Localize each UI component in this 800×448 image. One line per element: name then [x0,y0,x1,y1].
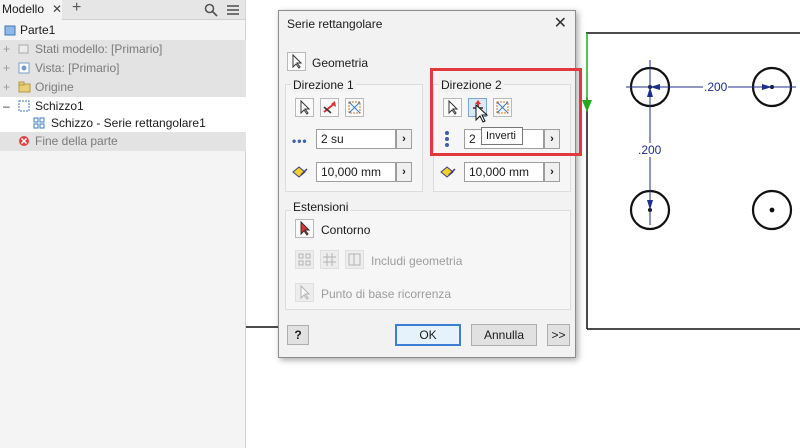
tooltip: Inverti [481,127,523,145]
help-button[interactable]: ? [287,325,309,345]
cancel-button[interactable]: Annulla [471,324,537,346]
dimension-horizontal[interactable]: .200 [703,80,729,94]
sketch-icon [18,100,30,112]
contour-select-icon [300,220,311,236]
end-of-part-icon [19,136,29,146]
dialog-title: Serie rettangolare [287,17,383,31]
tab-modello[interactable]: Modello ✕ [0,0,62,20]
expand-icon[interactable]: + [3,78,13,97]
view-icon [18,62,30,74]
part-icon [4,25,16,36]
dir2-spacing-arrow[interactable]: › [544,162,560,182]
expand-icon[interactable]: + [3,59,13,78]
dimension-arrow-icon [647,87,653,97]
tree-item-part[interactable]: Parte1 [0,21,246,40]
tree-item-view[interactable]: + Vista: [Primario] [0,59,246,78]
model-browser: Modello ✕ + Parte1 + Stati modello: [Pri… [0,0,246,448]
cursor-select-icon [300,284,311,300]
count-icon: ••• [292,134,308,148]
rectangular-pattern-dialog: Serie rettangolare ✕ Geometria Direzione… [278,10,576,358]
spacing-icon [292,166,308,178]
close-icon[interactable]: ✕ [554,13,567,33]
include-geometry-label: Includi geometria [371,254,463,268]
tree-label: Stati modello: [Primario] [35,42,163,56]
tree-item-rectangular-pattern[interactable]: Schizzo - Serie rettangolare1 [0,114,246,133]
base-point-label: Punto di base ricorrenza [321,287,452,301]
extensions-label: Estensioni [291,200,351,214]
dimension-arrow-icon [650,84,660,90]
dir1-spacing-arrow[interactable]: › [396,162,412,182]
menu-icon[interactable] [226,3,240,17]
include-geometry-button-3[interactable] [345,250,364,269]
tree-item-model-states[interactable]: + Stati modello: [Primario] [0,40,246,59]
tree-item-end-of-part[interactable]: Fine della parte [0,132,246,151]
close-icon[interactable]: ✕ [52,2,62,16]
dir1-flip-button[interactable] [320,98,339,117]
dimension-arrow-icon [647,200,653,210]
tab-label: Modello [2,2,45,16]
folder-icon [18,81,31,93]
tree-label: Vista: [Primario] [35,61,120,75]
dir1-count-field[interactable]: 2 su [316,129,396,149]
spacing-icon [440,166,456,178]
tree-label: Fine della parte [35,134,118,148]
dimension-arrow-icon [762,84,772,90]
contour-label: Contorno [321,223,371,237]
flip-direction-icon [323,101,336,114]
geometry-select-button[interactable] [287,52,306,71]
expand-icon[interactable]: + [3,40,13,59]
direction1-label: Direzione 1 [291,78,356,92]
midplane-icon [348,101,361,114]
rectangular-pattern-icon [33,117,45,129]
model-states-icon [18,44,29,54]
cursor-select-icon [292,53,303,69]
grid-icon [298,253,311,266]
center-point [769,207,775,213]
ok-button[interactable]: OK [395,324,461,346]
dir1-spacing-field[interactable]: 10,000 mm [316,162,396,182]
browser-tabbar: Modello ✕ + [0,0,245,20]
contour-button[interactable] [295,219,314,238]
tree-label: Parte1 [20,23,56,37]
dimension-vertical[interactable]: .200 [638,143,662,157]
grid-icon [323,253,336,266]
dir1-count-arrow[interactable]: › [396,129,412,149]
include-geometry-button-1[interactable] [295,250,314,269]
add-tab-icon[interactable]: + [72,0,81,17]
dir2-spacing-field[interactable]: 10,000 mm [464,162,544,182]
grid-icon [348,253,361,266]
mouse-cursor-icon [475,104,489,123]
tree-label: Origine [35,80,74,94]
tree-label: Schizzo - Serie rettangolare1 [51,116,206,130]
geometry-label: Geometria [312,56,369,70]
include-geometry-button-2[interactable] [320,250,339,269]
axis-arrow-icon [582,100,592,112]
dir1-path-button[interactable] [295,98,314,117]
search-icon[interactable] [204,3,218,17]
tree-item-origin[interactable]: + Origine [0,78,246,97]
dir1-midplane-button[interactable] [345,98,364,117]
base-point-button[interactable] [295,283,314,302]
cursor-select-icon [300,99,311,115]
more-button[interactable]: >> [547,324,570,346]
